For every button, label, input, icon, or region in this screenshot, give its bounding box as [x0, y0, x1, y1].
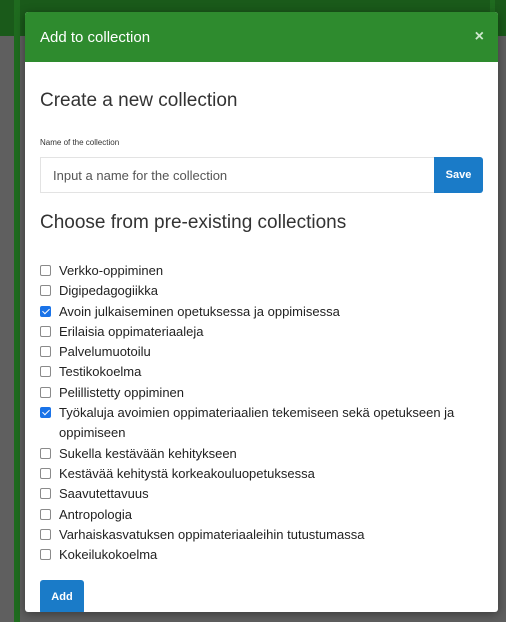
collection-checkbox[interactable] [40, 528, 51, 540]
collection-item[interactable]: Saavutettavuus [40, 484, 483, 504]
collection-item[interactable]: Avoin julkaiseminen opetuksessa ja oppim… [40, 302, 483, 322]
collection-checkbox[interactable] [40, 488, 51, 500]
collection-label: Verkko-oppiminen [59, 263, 164, 278]
collection-checkbox[interactable] [40, 346, 51, 358]
background-border-left [14, 0, 20, 622]
collection-item[interactable]: Testikokoelma [40, 362, 483, 382]
collection-item[interactable]: Kokeilukokoelma [40, 545, 483, 565]
collection-label: Avoin julkaiseminen opetuksessa ja oppim… [59, 303, 340, 319]
modal-title: Add to collection [40, 28, 151, 46]
collection-item[interactable]: Työkaluja avoimien oppimateriaalien teke… [40, 403, 483, 444]
add-to-collection-modal: Add to collection × Create a new collect… [25, 12, 498, 612]
modal-header: Add to collection × [25, 12, 498, 62]
collection-item[interactable]: Antropologia [40, 505, 483, 525]
close-button[interactable]: × [475, 28, 484, 46]
create-collection-heading: Create a new collection [40, 90, 238, 111]
collection-name-label: Name of the collection [40, 138, 120, 147]
collection-list: Verkko-oppiminen Digipedagogiikka Avoin ju… [40, 261, 483, 565]
save-button[interactable]: Save [434, 157, 483, 193]
collection-name-group: Save [40, 157, 483, 193]
choose-collection-heading: Choose from pre-existing collections [40, 212, 347, 233]
collection-label: Digipedagogiikka [59, 283, 159, 299]
collection-checkbox[interactable] [40, 366, 51, 378]
collection-item[interactable]: Varhaiskasvatuksen oppimateriaaleihin tu… [40, 525, 483, 545]
collection-checkbox[interactable] [40, 549, 51, 561]
collection-label: Varhaiskasvatuksen oppimateriaaleihin tu… [59, 526, 365, 542]
collection-checkbox[interactable] [40, 386, 51, 398]
collection-label: Testikokoelma [59, 364, 142, 380]
collection-checkbox[interactable] [40, 305, 51, 317]
collection-checkbox[interactable] [40, 325, 51, 337]
collection-label: Kestävää kehitystä korkeakouluopetuksess… [59, 465, 315, 481]
collection-item[interactable]: Palvelumuotoilu [40, 342, 483, 362]
modal-body: Create a new collection Name of the coll… [25, 90, 498, 612]
collection-checkbox[interactable] [40, 407, 51, 419]
collection-item[interactable]: Verkko-oppiminen [40, 261, 483, 281]
collection-item[interactable]: Digipedagogiikka [40, 281, 483, 301]
collection-checkbox[interactable] [40, 467, 51, 479]
add-button[interactable]: Add [40, 580, 84, 612]
collection-label: Kokeilukokoelma [59, 547, 158, 563]
collection-label: Työkaluja avoimien oppimateriaalien teke… [59, 405, 455, 441]
collection-label: Saavutettavuus [59, 486, 149, 502]
collection-label: Palvelumuotoilu [59, 344, 151, 360]
collection-checkbox[interactable] [40, 508, 51, 520]
collection-item[interactable]: Erilaisia oppimateriaaleja [40, 322, 483, 342]
collection-checkbox[interactable] [40, 265, 51, 276]
collection-label: Pelillistetty oppiminen [59, 384, 185, 400]
collection-label: Sukella kestävään kehitykseen [59, 445, 237, 461]
collection-label: Erilaisia oppimateriaaleja [59, 323, 204, 339]
collection-checkbox[interactable] [40, 285, 51, 297]
collection-item[interactable]: Pelillistetty oppiminen [40, 383, 483, 403]
collection-label: Antropologia [59, 506, 132, 522]
collection-checkbox[interactable] [40, 447, 51, 459]
collection-item[interactable]: Kestävää kehitystä korkeakouluopetuksess… [40, 464, 483, 484]
collection-name-input[interactable] [40, 157, 434, 193]
collection-item[interactable]: Sukella kestävään kehitykseen [40, 444, 483, 464]
